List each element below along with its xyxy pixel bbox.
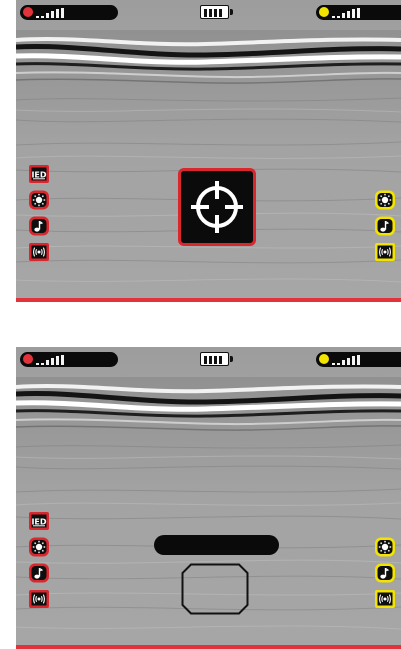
- yellow-channel-dot: [319, 354, 329, 364]
- brightness-icon[interactable]: [28, 190, 50, 210]
- red-channel-dot: [23, 354, 33, 364]
- svg-text:IED: IED: [31, 171, 46, 180]
- ied-icon[interactable]: IED: [28, 164, 50, 184]
- music-note-icon[interactable]: [28, 563, 50, 583]
- red-divider-line: [16, 298, 401, 302]
- signal-bars-icon: [36, 8, 64, 18]
- ied-icon[interactable]: IED: [28, 511, 50, 531]
- vibration-icon[interactable]: [374, 242, 396, 262]
- right-icon-column: [374, 537, 396, 609]
- ground-scan-image: [16, 0, 401, 298]
- left-icon-column: IED: [28, 511, 50, 609]
- signal-bars-icon: [332, 8, 360, 18]
- battery-icon: [200, 5, 233, 19]
- target-lock-box: [178, 168, 256, 246]
- left-icon-column: IED: [28, 164, 50, 262]
- detection-bar: [154, 535, 279, 555]
- scan-screen-top: IED: [16, 0, 401, 302]
- scan-screen-bottom: IED: [16, 347, 401, 649]
- left-signal-indicator: [20, 352, 118, 367]
- right-signal-indicator: [316, 352, 401, 367]
- signal-bars-icon: [36, 355, 64, 365]
- left-signal-indicator: [20, 5, 118, 20]
- svg-text:IED: IED: [31, 518, 46, 527]
- brightness-icon[interactable]: [374, 537, 396, 557]
- music-note-icon[interactable]: [374, 216, 396, 236]
- music-note-icon[interactable]: [28, 216, 50, 236]
- vibration-icon[interactable]: [28, 589, 50, 609]
- status-bar: [16, 0, 401, 20]
- red-divider-line: [16, 645, 401, 649]
- red-channel-dot: [23, 7, 33, 17]
- brightness-icon[interactable]: [28, 537, 50, 557]
- battery-icon: [200, 352, 233, 366]
- right-icon-column: [374, 190, 396, 262]
- vibration-icon[interactable]: [28, 242, 50, 262]
- crosshair-icon: [191, 181, 243, 233]
- status-bar: [16, 347, 401, 367]
- right-signal-indicator: [316, 5, 401, 20]
- empty-target-outline: [181, 563, 249, 615]
- vibration-icon[interactable]: [374, 589, 396, 609]
- brightness-icon[interactable]: [374, 190, 396, 210]
- signal-bars-icon: [332, 355, 360, 365]
- yellow-channel-dot: [319, 7, 329, 17]
- music-note-icon[interactable]: [374, 563, 396, 583]
